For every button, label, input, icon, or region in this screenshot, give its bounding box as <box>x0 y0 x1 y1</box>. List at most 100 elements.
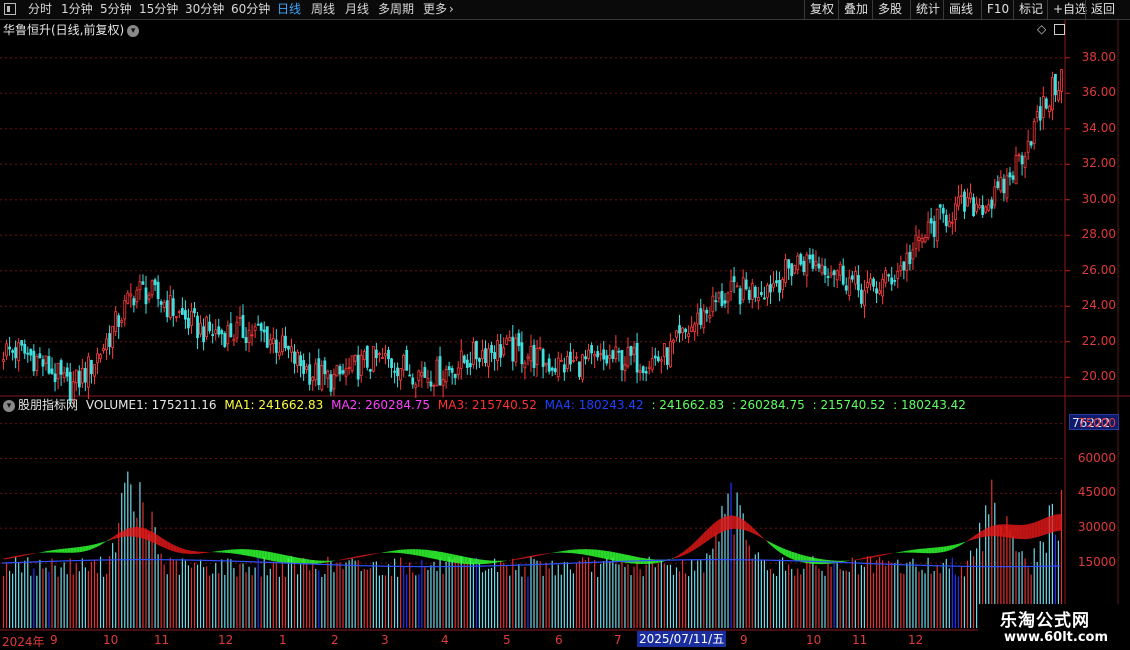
price-tick-4: 30.00 <box>1081 191 1116 206</box>
candle-body <box>1014 155 1018 185</box>
ma-band-segment <box>282 554 286 564</box>
candle-body <box>347 366 351 369</box>
right-sidebar-strip[interactable] <box>1119 24 1130 404</box>
candle-body <box>829 272 833 276</box>
indicator-menu-icon[interactable]: ▾ <box>3 399 15 412</box>
candle-body <box>611 350 615 359</box>
candle-body <box>838 263 842 276</box>
candle-body <box>963 191 966 212</box>
candle-body <box>996 181 1000 188</box>
ma-band-segment <box>682 550 686 556</box>
chart-title: 华鲁恒升(日线,前复权) ▾ <box>3 21 140 38</box>
ma-band-segment <box>1022 524 1026 540</box>
ma-band-segment <box>846 560 850 562</box>
candle-body <box>99 354 102 359</box>
ma-band-segment <box>700 533 704 546</box>
ma-band-segment <box>452 554 456 563</box>
candle-body <box>1023 156 1027 168</box>
ma-band-segment <box>952 544 956 550</box>
candle-body <box>562 364 566 373</box>
candle-body <box>187 317 190 329</box>
ma-band-segment <box>1046 516 1050 535</box>
candle-body <box>617 350 621 353</box>
candle-body <box>511 336 515 362</box>
ma-band-segment <box>340 559 344 561</box>
ma-band-segment <box>555 551 559 553</box>
panel-toggle-icon[interactable] <box>1054 24 1065 35</box>
volume-tick-1: 60000 <box>1077 450 1116 465</box>
candle-body <box>481 350 484 360</box>
candle-body <box>641 366 645 373</box>
candle-body <box>299 355 302 367</box>
ma-band-segment <box>749 524 753 533</box>
ma-band-segment <box>100 541 104 545</box>
candle-body <box>890 277 894 285</box>
ma-band-segment <box>258 550 262 559</box>
candle-body <box>47 356 51 374</box>
candle-body <box>553 368 557 373</box>
ma-band-segment <box>424 549 428 558</box>
candle-body <box>323 360 327 375</box>
candle-body <box>156 281 160 300</box>
ma-band-segment <box>691 542 695 552</box>
ma-band-segment <box>227 549 231 554</box>
ma-band-segment <box>61 548 65 553</box>
ma-band-segment <box>1016 524 1020 540</box>
candle-body <box>365 345 369 368</box>
price-tick-2: 34.00 <box>1081 120 1116 135</box>
date-tick-7: 3 <box>381 633 389 647</box>
candle-body <box>265 326 269 348</box>
date-tick-14: 10 <box>806 633 822 647</box>
ma-band-segment <box>379 552 383 554</box>
ma-band-segment <box>970 536 974 541</box>
price-tick-9: 20.00 <box>1081 369 1116 384</box>
candle-body <box>793 265 797 274</box>
diamond-icon[interactable]: ◇ <box>1037 22 1046 36</box>
candle-body <box>308 364 312 385</box>
candle-body <box>256 323 260 326</box>
chevron-down-icon[interactable]: ▾ <box>127 24 140 37</box>
candle-body <box>162 302 166 308</box>
ma-band-segment <box>806 556 810 564</box>
ma-band-segment <box>764 539 768 543</box>
ma-band-segment <box>521 556 525 559</box>
watermark: 乐淘公式网 www.60lt.com <box>978 604 1130 650</box>
candle-body <box>311 376 315 382</box>
ma-band-segment <box>455 554 459 564</box>
ma-band-segment <box>546 553 550 555</box>
candle-body <box>620 350 624 371</box>
candle-body <box>811 254 815 269</box>
ma-band-segment <box>488 560 492 564</box>
candle-body <box>83 368 87 383</box>
ma-band-segment <box>430 550 434 559</box>
ma-band-segment <box>255 549 259 558</box>
candle-body <box>462 355 466 363</box>
candle-body <box>132 298 136 306</box>
ma-band-segment <box>24 553 28 556</box>
stock-chart-canvas[interactable] <box>0 0 1130 650</box>
ma-band-segment <box>670 557 674 560</box>
candle-body <box>581 354 584 380</box>
ma-band-segment <box>261 550 265 560</box>
candle-body <box>44 355 48 364</box>
ma-band-segment <box>418 549 422 557</box>
ma-band-segment <box>467 557 471 565</box>
candle-body <box>969 192 972 200</box>
ma-band-segment <box>9 556 13 559</box>
ma-band-segment <box>473 558 477 565</box>
ma-band-segment <box>367 554 371 556</box>
candle-body <box>184 310 187 320</box>
ma-band-segment <box>173 544 177 553</box>
candle-body <box>796 255 800 270</box>
candle-body <box>711 295 715 313</box>
candle-body <box>756 297 760 302</box>
ma-band-segment <box>573 549 577 554</box>
candle-body <box>584 356 587 360</box>
ma-band-segment <box>145 528 150 541</box>
ma-band-segment <box>6 557 10 560</box>
ma-band-segment <box>446 552 450 562</box>
ma-band-segment <box>928 547 932 554</box>
ma-band-segment <box>934 547 938 554</box>
ma-band-segment <box>609 551 613 561</box>
candle-body <box>775 280 778 284</box>
